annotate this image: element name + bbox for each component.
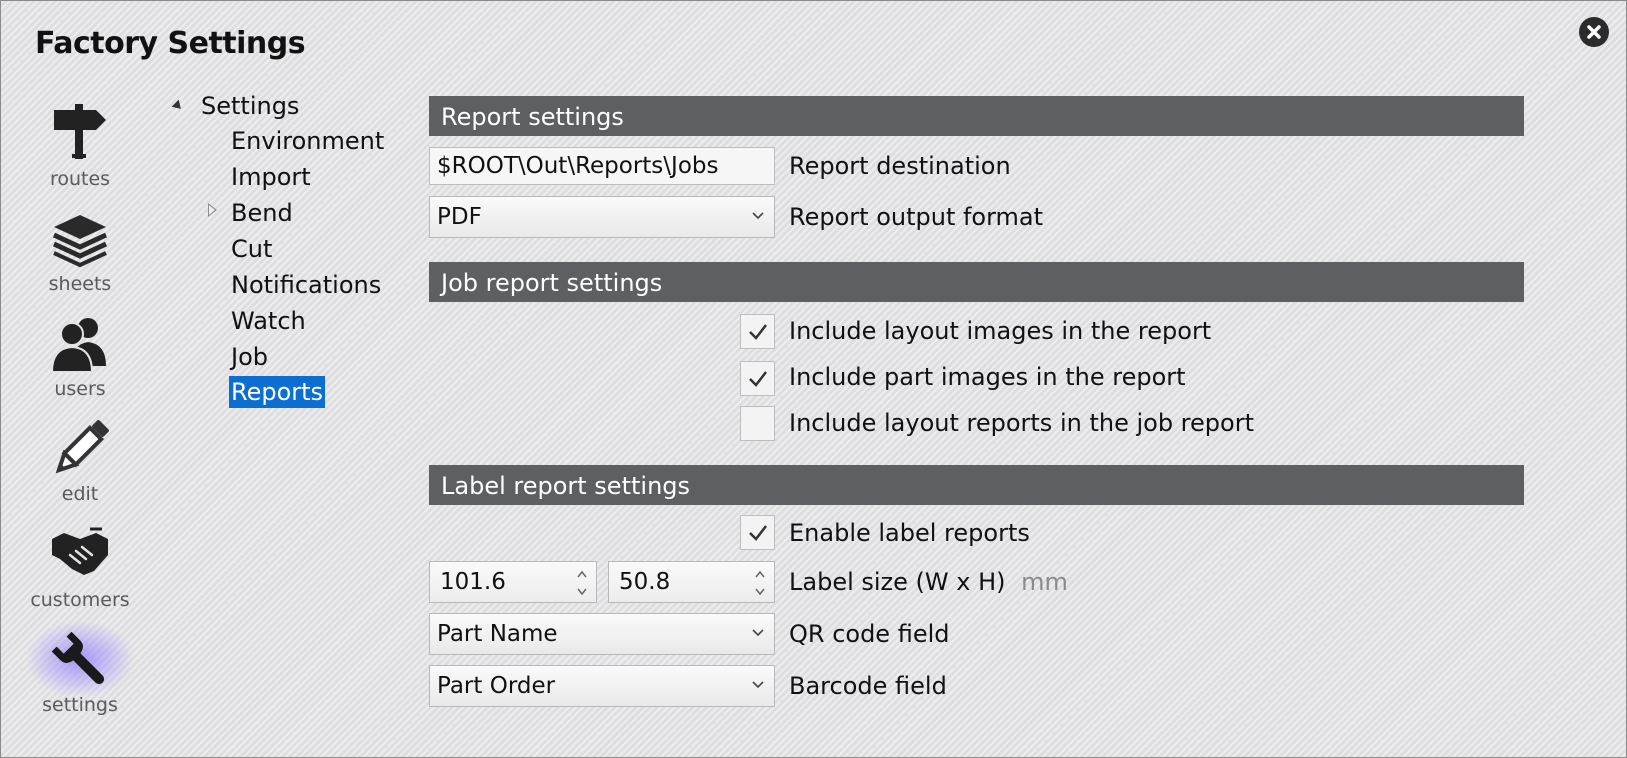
nav-edit[interactable]: edit (21, 419, 139, 523)
nav-routes[interactable]: routes (21, 104, 139, 208)
label-size-label: Label size (W x H) mm (789, 568, 1068, 596)
report-destination-input[interactable]: $ROOT\Out\Reports\Jobs (429, 147, 775, 185)
barcode-field-select[interactable]: Part Order (429, 665, 775, 707)
sheets-stack-icon (52, 215, 108, 268)
tree-item-cut[interactable]: Cut (229, 233, 274, 265)
tree-item-bend[interactable]: Bend (229, 197, 295, 229)
wrench-icon (51, 631, 105, 685)
nav-users[interactable]: users (21, 314, 139, 418)
include-layout-images-checkbox[interactable] (740, 314, 775, 349)
tree-item-import[interactable]: Import (229, 161, 313, 193)
tree-item-notifications[interactable]: Notifications (229, 269, 383, 301)
window-title: Factory Settings (35, 26, 306, 61)
report-format-select[interactable]: PDF (429, 196, 775, 238)
enable-label-reports-label: Enable label reports (789, 519, 1030, 547)
label-width-value: 101.6 (440, 569, 506, 595)
include-layout-reports-checkbox[interactable] (740, 406, 775, 441)
section-header-job-report-settings: Job report settings (429, 262, 1524, 302)
nav-users-label: users (54, 378, 106, 400)
nav-customers-label: customers (30, 589, 130, 611)
section-header-report-settings: Report settings (429, 96, 1524, 136)
spin-arrows-icon[interactable] (754, 568, 766, 598)
label-height-stepper[interactable]: 50.8 (608, 561, 775, 603)
qr-code-field-value: Part Name (437, 621, 558, 647)
chevron-down-icon (752, 629, 764, 637)
report-format-value: PDF (437, 204, 482, 230)
spin-arrows-icon[interactable] (576, 568, 588, 598)
collapse-triangle-icon[interactable] (171, 99, 185, 113)
tree-item-watch[interactable]: Watch (229, 305, 308, 337)
checkmark-icon (749, 525, 767, 541)
label-size-text: Label size (W x H) (789, 568, 1006, 596)
label-size-unit: mm (1021, 568, 1068, 596)
barcode-field-value: Part Order (437, 673, 556, 699)
qr-code-field-label: QR code field (789, 620, 950, 648)
include-part-images-checkbox[interactable] (740, 361, 775, 396)
include-part-images-label: Include part images in the report (789, 363, 1186, 391)
chevron-down-icon (752, 212, 764, 220)
tree-item-job[interactable]: Job (229, 341, 270, 373)
enable-label-reports-checkbox[interactable] (740, 515, 775, 550)
barcode-field-label: Barcode field (789, 672, 947, 700)
users-icon (50, 318, 106, 373)
signpost-icon (54, 104, 106, 159)
label-width-stepper[interactable]: 101.6 (429, 561, 597, 603)
handshake-icon (52, 527, 108, 575)
include-layout-images-label: Include layout images in the report (789, 317, 1212, 345)
tree-root-label: Settings (201, 92, 300, 120)
nav-customers[interactable]: customers (21, 525, 139, 629)
factory-settings-window: Factory Settings routes sheets users edi… (0, 0, 1627, 758)
nav-edit-label: edit (61, 483, 99, 505)
qr-code-field-select[interactable]: Part Name (429, 613, 775, 655)
nav-sheets-label: sheets (48, 273, 112, 295)
expand-arrow-icon[interactable] (208, 203, 217, 217)
checkmark-icon (749, 324, 767, 340)
tree-item-environment[interactable]: Environment (229, 125, 386, 157)
report-format-label: Report output format (789, 203, 1044, 231)
nav-routes-label: routes (49, 168, 111, 190)
tree-item-reports[interactable]: Reports (229, 376, 326, 408)
nav-settings[interactable]: settings (21, 620, 139, 734)
nav-settings-label: settings (42, 694, 118, 716)
chevron-down-icon (752, 681, 764, 689)
label-height-value: 50.8 (619, 569, 671, 595)
report-destination-label: Report destination (789, 152, 1011, 180)
checkmark-icon (749, 371, 767, 387)
close-button[interactable] (1579, 17, 1609, 47)
pencil-icon (55, 420, 109, 474)
section-header-label-report-settings: Label report settings (429, 465, 1524, 505)
include-layout-reports-label: Include layout reports in the job report (789, 409, 1254, 437)
close-icon (1587, 25, 1601, 39)
nav-sheets[interactable]: sheets (21, 209, 139, 313)
